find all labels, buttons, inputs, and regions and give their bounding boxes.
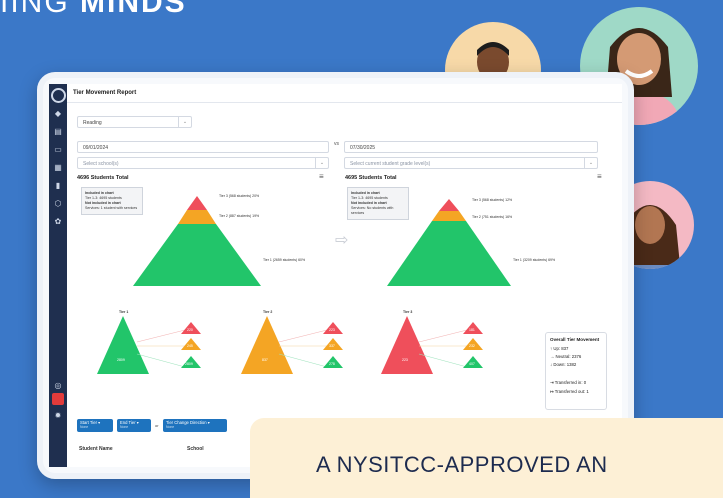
app-logo-icon[interactable] [50,88,66,103]
move-tier1-out-orange: 245 [187,344,193,348]
summary-down: ↓ Down: 1382 [550,362,602,367]
end-tier-dropdown[interactable]: End Tier ▾ None [117,419,151,432]
move-tier3-title: Tier 3 [403,310,413,314]
summary-transferred-out: ↦ Transferred out: 1 [550,389,602,395]
column-header-student-name[interactable]: Student Name [79,446,113,452]
move-tier2-out-red: 223 [329,328,335,332]
start-tier-sub: None [80,425,89,429]
move-tier3-out-red: 181 [469,328,475,332]
move-tier1-triangle [97,316,149,374]
summary-up-value: Up: 837 [553,346,569,351]
arrow-right-icon: → [550,354,555,359]
calendar-icon[interactable]: ▦ [49,161,67,175]
chat-icon[interactable] [52,393,64,405]
move-tier3-center: 223 [402,358,408,362]
pyramid-charts [97,196,511,374]
move-tier2-out-green: 278 [329,362,335,366]
right-tier3-slice [439,199,459,211]
brand-heading: IING MINDS [0,0,187,19]
move-tier1-out-red: 220 [187,328,193,332]
right-chart-menu-icon[interactable]: ≡ [597,172,602,181]
start-tier-dropdown[interactable]: Start Tier ▾ None [77,419,113,432]
move-tier3-out-orange: 232 [469,344,475,348]
left-tier1-label: Tier 1 (2659 students) 60% [263,258,306,262]
move-tier1-out-green: 2809 [185,362,193,366]
summary-transferred-out-value: Transferred out: 1 [554,389,589,394]
right-tier2-label: Tier 2 (751 students) 16% [472,215,513,219]
right-tier3-label: Tier 3 (568 students) 12% [472,198,513,202]
gear-icon[interactable]: ✹ [49,409,67,423]
summary-neutral: → Neutral: 2376 [550,354,602,359]
left-tier2-slice [178,210,216,224]
move-tier1-title: Tier 1 [119,310,129,314]
move-tier3-triangle [381,316,433,374]
sign-in-icon: ⇥ [550,380,554,385]
legend-heading: Not included in chart [351,201,387,205]
overall-movement-card: Overall Tier Movement ↑ Up: 837 → Neutra… [545,332,607,410]
movement-diagrams [97,316,483,374]
right-legend: Included in chart Tier 1-3: 4695 student… [347,187,409,220]
right-tier1-label: Tier 1 (3209 students) 69% [513,258,556,262]
left-tier3-slice [187,196,207,210]
support-icon[interactable]: ◎ [49,379,67,393]
legend-detail: Services: No students with services [351,206,394,215]
move-tier3-out-green: 407 [469,362,475,366]
app-window: ◆ ▤ ▭ ▦ ▮ ⬡ ✿ ◎ ✹ Tier Movement Report R… [49,84,622,467]
building-icon[interactable]: ▤ [49,125,67,139]
bar-chart-icon[interactable]: ▮ [49,179,67,193]
sign-out-icon: ↦ [550,389,554,394]
graduation-cap-icon[interactable]: ◆ [49,107,67,121]
move-tier2-out-orange: 337 [329,344,335,348]
book-icon[interactable]: ▭ [49,143,67,157]
right-tier2-slice [432,211,466,221]
summary-transferred-in: ⇥ Transferred in: 0 [550,380,602,386]
summary-heading: Overall Tier Movement [550,337,600,342]
shield-icon[interactable]: ⬡ [49,197,67,211]
summary-down-value: Down: 1382 [553,362,577,367]
left-tier2-label: Tier 2 (887 students) 19% [219,214,260,218]
left-tier3-label: Tier 3 (568 students) 20% [219,194,260,198]
move-tier2-triangle [241,316,293,374]
compare-arrow-icon: ⇨ [335,232,349,249]
arrow-down-icon: ↓ [550,362,553,367]
right-tier1-slice [387,221,511,286]
legend-detail: Tier 1-3: 4695 students [351,196,388,200]
paw-icon[interactable]: ✿ [49,215,67,229]
move-tier2-title: Tier 2 [263,310,273,314]
or-label: or [155,423,159,428]
summary-up: ↑ Up: 837 [550,346,602,351]
summary-transferred-in-value: Transferred in: 0 [554,380,587,385]
column-header-school[interactable]: School [187,446,204,452]
report-main: Tier Movement Report Reading ⌄ 09/01/202… [67,84,622,467]
change-direction-sub: None [166,425,175,429]
left-tier1-slice [133,224,261,286]
legend-heading: Included in chart [351,191,380,195]
move-tier2-center: 837 [262,358,268,362]
promo-banner-text: A NYSITCC-APPROVED AN [316,452,608,477]
end-tier-sub: None [120,425,129,429]
summary-neutral-value: Neutral: 2376 [555,354,582,359]
right-total: 4695 Students Total [345,175,397,181]
arrow-up-icon: ↑ [550,346,553,351]
sidebar-bottom-group: ◎ ✹ [49,375,67,423]
move-tier1-center: 2809 [117,358,125,362]
sidebar-rail: ◆ ▤ ▭ ▦ ▮ ⬡ ✿ ◎ ✹ [49,84,67,467]
tier-change-direction-dropdown[interactable]: Tier Change Direction ▾ None [163,419,227,432]
